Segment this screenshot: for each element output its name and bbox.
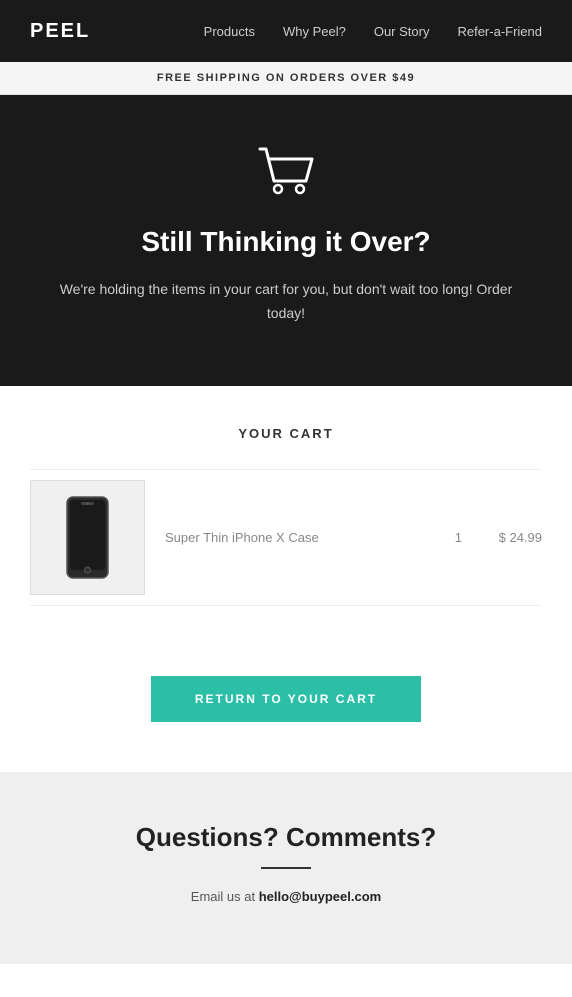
shipping-banner: FREE SHIPPING ON ORDERS OVER $49 bbox=[0, 62, 572, 95]
cart-title: YOUR CART bbox=[30, 426, 542, 441]
cta-section: RETURN TO YOUR CART bbox=[0, 636, 572, 772]
cart-item: Super Thin iPhone X Case 1 $ 24.99 bbox=[30, 469, 542, 606]
cart-section: YOUR CART Super Thin iPhone X Case 1 $ 2… bbox=[0, 386, 572, 636]
footer-contact: Email us at hello@buypeel.com bbox=[30, 889, 542, 904]
header: PEEL Products Why Peel? Our Story Refer-… bbox=[0, 0, 572, 62]
nav-our-story[interactable]: Our Story bbox=[374, 24, 430, 39]
nav-why-peel[interactable]: Why Peel? bbox=[283, 24, 346, 39]
hero-title: Still Thinking it Over? bbox=[40, 224, 532, 260]
product-name: Super Thin iPhone X Case bbox=[165, 530, 435, 545]
footer-email[interactable]: hello@buypeel.com bbox=[259, 889, 381, 904]
hero-section: Still Thinking it Over? We're holding th… bbox=[0, 95, 572, 386]
return-to-cart-button[interactable]: RETURN TO YOUR CART bbox=[151, 676, 421, 722]
product-image bbox=[30, 480, 145, 595]
nav-refer[interactable]: Refer-a-Friend bbox=[457, 24, 542, 39]
product-price: $ 24.99 bbox=[482, 530, 542, 545]
footer: Questions? Comments? Email us at hello@b… bbox=[0, 772, 572, 964]
cart-icon bbox=[40, 145, 532, 204]
hero-subtitle: We're holding the items in your cart for… bbox=[40, 278, 532, 326]
logo: PEEL bbox=[30, 20, 90, 43]
nav-products[interactable]: Products bbox=[204, 24, 255, 39]
footer-heading: Questions? Comments? bbox=[30, 822, 542, 853]
footer-divider bbox=[261, 867, 311, 869]
product-qty: 1 bbox=[455, 530, 462, 545]
main-nav: Products Why Peel? Our Story Refer-a-Fri… bbox=[204, 24, 542, 39]
